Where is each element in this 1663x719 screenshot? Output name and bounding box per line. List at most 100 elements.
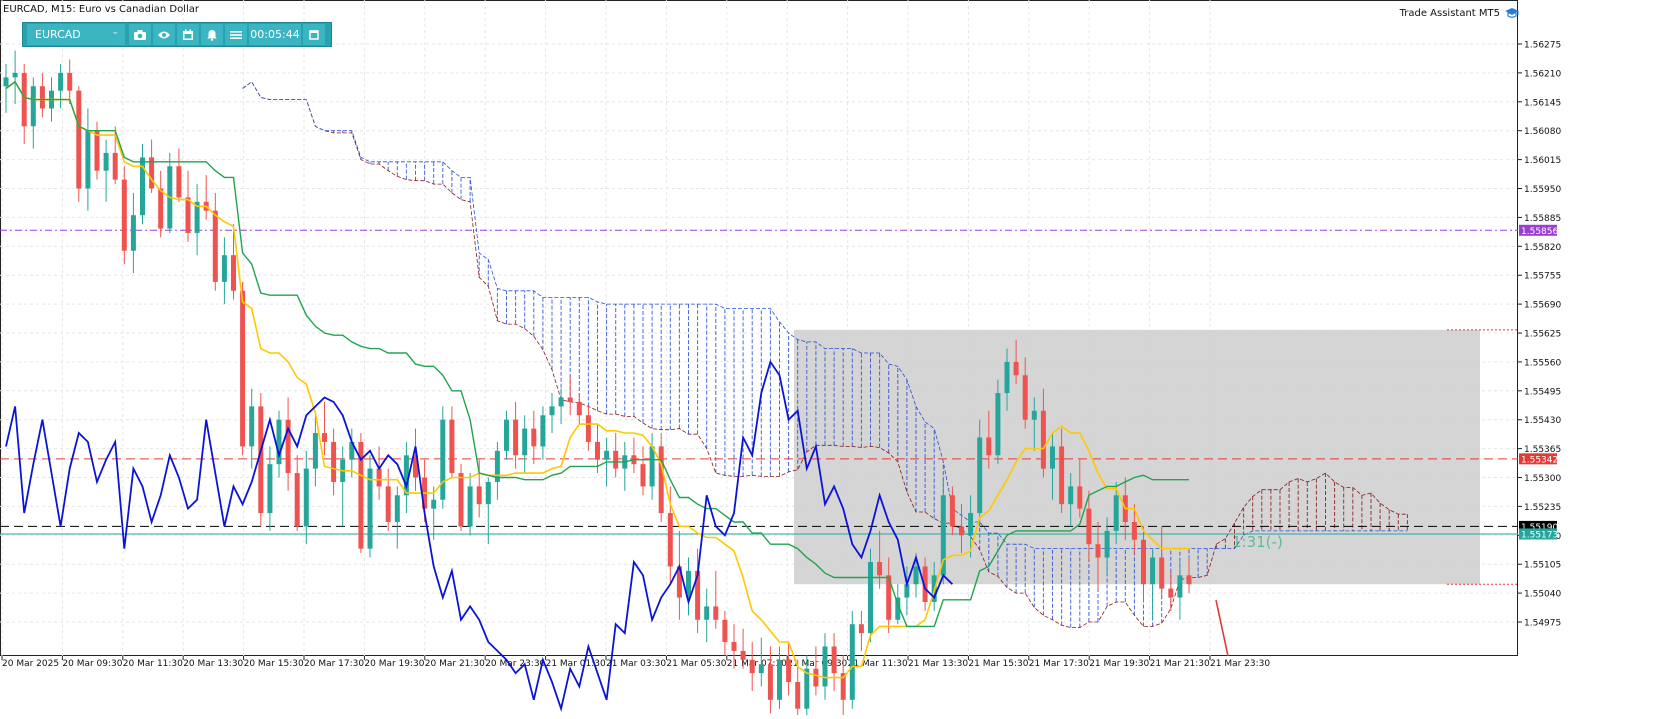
menu-icon	[230, 30, 242, 39]
candle	[913, 566, 919, 585]
candle	[549, 406, 555, 416]
candle	[3, 77, 9, 87]
candle	[1086, 508, 1092, 545]
candle	[103, 152, 109, 171]
candle	[749, 659, 755, 674]
candle	[704, 606, 710, 620]
candle	[777, 659, 782, 700]
candle	[1068, 486, 1074, 505]
candle	[667, 513, 673, 567]
candle	[376, 468, 382, 487]
price-tick-label: 1.55300	[1524, 474, 1561, 484]
time-tick-label: 21 Mar 15:30	[968, 659, 1028, 669]
candle	[240, 290, 246, 447]
candle	[585, 415, 591, 442]
price-tick-label: 1.55755	[1524, 272, 1561, 282]
visibility-button[interactable]	[153, 24, 175, 45]
trade-box	[794, 329, 1480, 585]
candle	[303, 468, 309, 527]
candle	[786, 659, 792, 683]
candle	[112, 152, 118, 180]
eye-icon	[158, 31, 170, 38]
candle	[39, 86, 45, 109]
time-tick-label: 20 Mar 11:30	[123, 659, 183, 669]
candle	[1104, 530, 1110, 558]
time-tick-label: 20 Mar 13:30	[183, 659, 243, 669]
candle	[758, 664, 764, 674]
candle	[1095, 544, 1101, 558]
candle	[294, 473, 300, 527]
menu-button[interactable]	[225, 24, 247, 45]
candle	[440, 419, 446, 500]
candle	[567, 397, 573, 402]
price-tick-label: 1.56080	[1524, 127, 1561, 137]
price-tick-label: 1.55690	[1524, 301, 1561, 311]
trade-toolbar: EURCAD ⌄ 00:05:44	[22, 22, 332, 47]
candle	[249, 406, 255, 447]
candle	[595, 441, 600, 460]
candle	[385, 486, 391, 522]
candle	[158, 188, 164, 229]
candle	[640, 464, 646, 487]
price-tick-label: 1.55885	[1524, 214, 1561, 224]
candle	[485, 481, 491, 505]
candle	[540, 415, 546, 447]
candle	[331, 441, 337, 482]
price-tick-label: 1.55560	[1524, 358, 1561, 368]
candle	[868, 561, 873, 634]
candle	[731, 642, 737, 651]
candle	[1141, 539, 1146, 585]
time-tick-label: 21 Mar 05:30	[666, 659, 726, 669]
chart-canvas[interactable]: 1.56275 1.56210 1.56145 1.56080 1.56015 1.559…	[0, 0, 1663, 719]
candle	[1077, 486, 1083, 509]
time-tick-label: 20 Mar 15:30	[244, 659, 304, 669]
chevron-down-icon: ⌄	[111, 27, 119, 37]
candle	[877, 561, 883, 576]
price-chart[interactable]: 1.56275 1.56210 1.56145 1.56080 1.56015 1.559…	[0, 0, 1663, 719]
candle	[12, 72, 18, 78]
time-tick-label: 21 Mar 23:30	[1210, 659, 1270, 669]
candle	[312, 433, 318, 469]
candle	[1150, 557, 1156, 585]
time-tick-label: 21 Mar 11:30	[848, 659, 908, 669]
trade-assistant-label[interactable]: Trade Assistant MT5	[1400, 7, 1520, 19]
trade-assistant-text: Trade Assistant MT5	[1399, 7, 1500, 19]
candle	[130, 215, 136, 251]
candle	[185, 197, 191, 233]
time-tick-label: 20 Mar 09:30	[62, 659, 122, 669]
time-tick-label: 21 Mar 17:30	[1029, 659, 1089, 669]
candle	[713, 606, 719, 620]
candle	[831, 646, 837, 674]
window-button[interactable]	[303, 24, 325, 45]
time-tick-label: 20 Mar 21:30	[425, 659, 485, 669]
screenshot-button[interactable]	[129, 24, 151, 45]
calendar-button[interactable]	[177, 24, 199, 45]
candle	[267, 464, 273, 514]
price-tick-label: 1.56015	[1524, 156, 1561, 166]
candle	[576, 401, 582, 416]
bar-timer: 00:05:44	[249, 24, 301, 45]
candle	[513, 419, 519, 456]
candle	[604, 450, 610, 460]
price-tick-label: 1.56145	[1524, 98, 1561, 108]
price-tick-label: 1.55040	[1524, 590, 1561, 600]
candle	[85, 130, 91, 189]
candle	[94, 130, 100, 171]
price-tick-label: 1.55820	[1524, 243, 1561, 253]
time-tick-label: 21 Mar 03:30	[606, 659, 666, 669]
candle	[67, 72, 73, 91]
alert-button[interactable]	[201, 24, 223, 45]
candle	[740, 650, 746, 660]
candle	[176, 166, 182, 198]
symbol-label: EURCAD	[35, 28, 81, 41]
trade-box-ratio: 1:31(-)	[1232, 533, 1283, 551]
candle	[849, 624, 855, 700]
candle	[1131, 521, 1137, 540]
chart-title: EURCAD, M15: Euro vs Canadian Dollar	[3, 4, 200, 15]
symbol-selector[interactable]: EURCAD ⌄	[27, 24, 125, 45]
price-tag-label: 1.55856	[1521, 227, 1558, 237]
bell-icon	[207, 29, 217, 41]
time-tick-label: 21 Mar 13:30	[908, 659, 968, 669]
time-tick-label: 20 Mar 23:30	[485, 659, 545, 669]
candle	[1059, 446, 1065, 505]
